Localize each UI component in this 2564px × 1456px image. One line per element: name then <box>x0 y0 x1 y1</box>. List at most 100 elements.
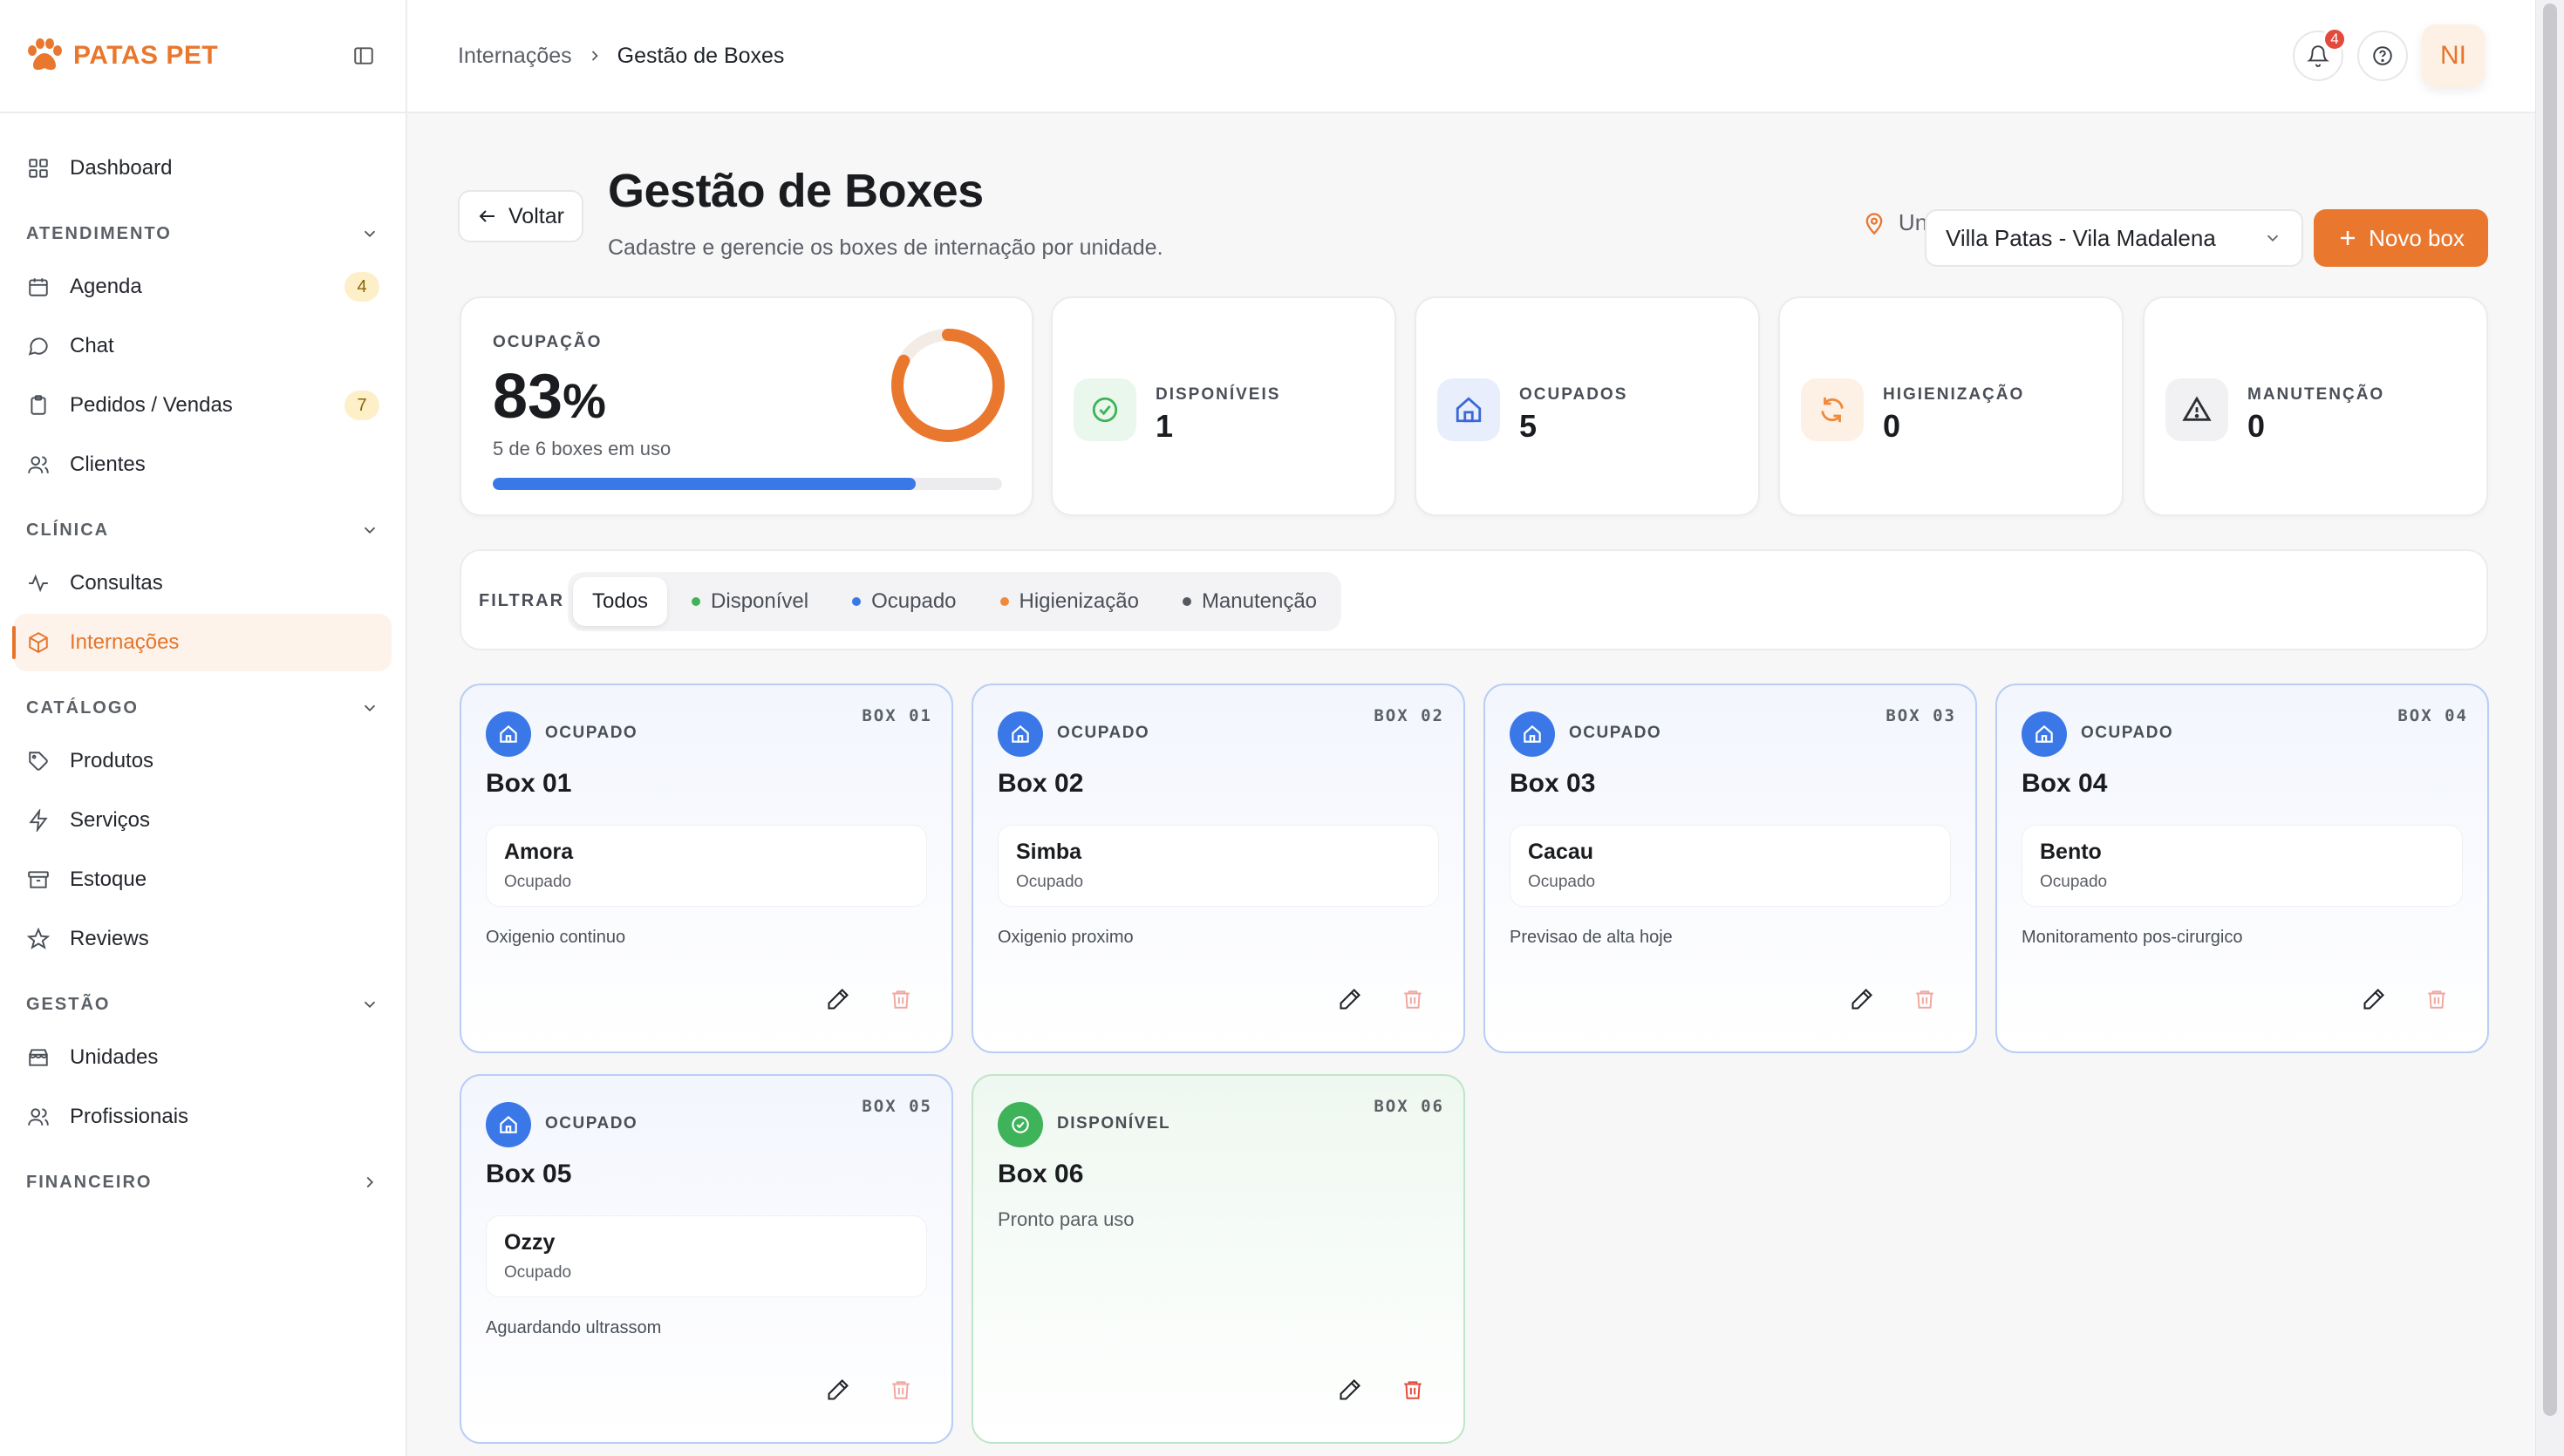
box-card[interactable]: OCUPADO BOX 02 Box 02 Simba Ocupado Oxig… <box>972 684 1465 1053</box>
box-card[interactable]: OCUPADO BOX 03 Box 03 Cacau Ocupado Prev… <box>1483 684 1977 1053</box>
edit-button[interactable] <box>819 1371 857 1409</box>
chevron-down-icon <box>360 224 379 243</box>
pencil-icon <box>828 1379 849 1400</box>
delete-button[interactable] <box>2417 980 2456 1018</box>
filter-todos[interactable]: Todos <box>573 577 668 626</box>
pet-name: Amora <box>504 840 574 864</box>
sidebar-item-clientes[interactable]: Clientes <box>14 436 392 493</box>
section-atendimento[interactable]: ATENDIMENTO <box>14 209 392 258</box>
archive-icon <box>26 867 51 892</box>
occupancy-label: OCUPAÇÃO <box>493 333 603 351</box>
box-name: Box 04 <box>2022 769 2108 798</box>
section-label: GESTÃO <box>26 994 111 1014</box>
pet-panel: Cacau Ocupado <box>1510 825 1951 907</box>
edit-button[interactable] <box>1843 980 1881 1018</box>
back-button[interactable]: Voltar <box>458 190 583 242</box>
avatar[interactable]: NI <box>2422 24 2485 87</box>
plus-icon <box>2341 231 2356 245</box>
sidebar-toggle-button[interactable] <box>346 38 381 73</box>
stat-value: 1 <box>1156 408 1174 444</box>
chevron-down-icon <box>360 520 379 540</box>
box-card[interactable]: OCUPADO BOX 01 Box 01 Amora Ocupado Oxig… <box>460 684 953 1053</box>
box-code: BOX 03 <box>1885 706 1956 725</box>
stat-value: 0 <box>2247 408 2266 444</box>
help-button[interactable] <box>2357 31 2408 81</box>
trash-icon <box>892 990 910 1009</box>
section-financeiro[interactable]: FINANCEIRO <box>14 1158 392 1207</box>
status-dot <box>1182 597 1191 606</box>
sidebar-item-unidades[interactable]: Unidades <box>14 1029 392 1086</box>
sidebar-item-reviews[interactable]: Reviews <box>14 910 392 968</box>
sidebar-item-pedidos[interactable]: Pedidos / Vendas 7 <box>14 377 392 434</box>
pencil-icon <box>2363 989 2384 1010</box>
filter-ocupado[interactable]: Ocupado <box>833 577 975 626</box>
section-catalogo[interactable]: CATÁLOGO <box>14 684 392 732</box>
trash-icon <box>2428 990 2445 1009</box>
box-icon <box>26 630 51 655</box>
box-ready-text: Pronto para uso <box>998 1208 1135 1230</box>
filter-label: FILTRAR <box>479 591 565 610</box>
stat-manutencao: MANUTENÇÃO 0 <box>2143 296 2488 516</box>
notifications-button[interactable]: 4 <box>2293 27 2347 81</box>
sidebar-item-estoque[interactable]: Estoque <box>14 851 392 908</box>
sidebar-item-servicos[interactable]: Serviços <box>14 792 392 849</box>
occupancy-unit: % <box>563 373 606 428</box>
sidebar-item-consultas[interactable]: Consultas <box>14 555 392 612</box>
pet-name: Ozzy <box>504 1230 556 1255</box>
box-card[interactable]: DISPONÍVEL BOX 06 Box 06 Pronto para uso <box>972 1074 1465 1444</box>
delete-button[interactable] <box>882 980 920 1018</box>
section-clinica[interactable]: CLÍNICA <box>14 506 392 555</box>
scrollbar-thumb[interactable] <box>2543 3 2557 1416</box>
section-label: CLÍNICA <box>26 520 110 540</box>
edit-button[interactable] <box>1331 980 1369 1018</box>
edit-button[interactable] <box>1331 1371 1369 1409</box>
top-bar: Internações Gestão de Boxes 4 NI <box>407 0 2535 113</box>
occupancy-card: OCUPAÇÃO 83% 5 de 6 boxes em uso <box>460 296 1033 516</box>
sidebar-item-profissionais[interactable]: Profissionais <box>14 1088 392 1146</box>
section-gestao[interactable]: GESTÃO <box>14 980 392 1029</box>
trash-icon <box>1916 990 1933 1009</box>
pet-panel: Ozzy Ocupado <box>486 1215 927 1297</box>
filter-disponivel[interactable]: Disponível <box>672 577 828 626</box>
box-card[interactable]: OCUPADO BOX 04 Box 04 Bento Ocupado Moni… <box>1995 684 2489 1053</box>
box-card[interactable]: OCUPADO BOX 05 Box 05 Ozzy Ocupado Aguar… <box>460 1074 953 1444</box>
filter-higienizacao[interactable]: Higienização <box>981 577 1158 626</box>
count-badge: 4 <box>344 272 379 302</box>
sidebar-item-agenda[interactable]: Agenda 4 <box>14 258 392 316</box>
new-box-button[interactable]: Novo box <box>2314 209 2488 267</box>
check-circle-icon <box>1074 378 1136 441</box>
box-name: Box 02 <box>998 769 1084 798</box>
breadcrumb-internacoes[interactable]: Internações <box>458 44 572 69</box>
users-icon <box>26 452 51 477</box>
edit-button[interactable] <box>819 980 857 1018</box>
stat-label: MANUTENÇÃO <box>2247 385 2385 404</box>
sidebar-item-dashboard[interactable]: Dashboard <box>14 139 392 197</box>
unit-select-value: Villa Patas - Vila Madalena <box>1946 224 2216 251</box>
breadcrumb: Internações Gestão de Boxes <box>458 44 784 69</box>
unit-select[interactable]: Villa Patas - Vila Madalena <box>1925 209 2303 267</box>
sidebar-item-label: Internações <box>70 630 180 654</box>
home-icon <box>1437 378 1500 441</box>
sidebar-item-chat[interactable]: Chat <box>14 317 392 375</box>
delete-button[interactable] <box>882 1371 920 1409</box>
pet-status: Ocupado <box>504 873 572 891</box>
users-icon <box>26 1105 51 1129</box>
sidebar-item-produtos[interactable]: Produtos <box>14 732 392 790</box>
brand-logo[interactable]: PATAS PET <box>24 38 218 73</box>
pencil-icon <box>1340 989 1360 1010</box>
filter-manutencao[interactable]: Manutenção <box>1163 577 1336 626</box>
brand-header: PATAS PET <box>0 0 406 113</box>
sidebar-item-internacoes[interactable]: Internações <box>12 614 392 671</box>
delete-button[interactable] <box>1394 980 1432 1018</box>
box-status: OCUPADO <box>1057 724 1150 742</box>
box-code: BOX 01 <box>862 706 932 725</box>
box-note: Oxigenio proximo <box>998 928 1134 947</box>
delete-button[interactable] <box>1906 980 1944 1018</box>
pet-status: Ocupado <box>2040 873 2108 891</box>
edit-button[interactable] <box>2355 980 2393 1018</box>
delete-button[interactable] <box>1394 1371 1432 1409</box>
filter-pill-label: Todos <box>592 589 649 613</box>
box-code: BOX 05 <box>862 1097 932 1116</box>
sidebar-nav: Dashboard ATENDIMENTO Agenda 4 Chat Pedi… <box>0 113 406 1207</box>
page-scrollbar[interactable] <box>2535 0 2564 1456</box>
